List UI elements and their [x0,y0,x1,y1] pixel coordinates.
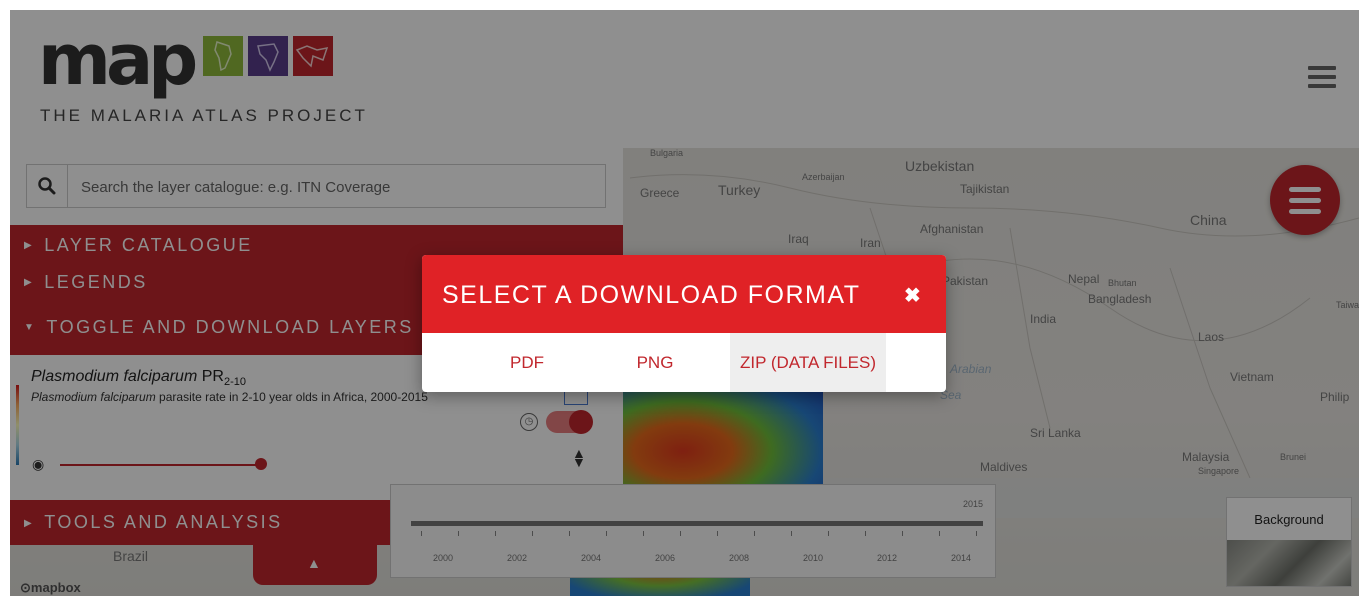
download-format-dialog: SELECT A DOWNLOAD FORMAT ✖ PDF PNG ZIP (… [422,255,946,392]
format-png-button[interactable]: PNG [618,333,692,392]
dialog-header: SELECT A DOWNLOAD FORMAT ✖ [422,255,946,333]
dialog-title: SELECT A DOWNLOAD FORMAT [442,281,861,309]
app-frame: map THE MALARIA ATLAS PROJECT Bulgaria G… [10,10,1359,596]
close-icon[interactable]: ✖ [904,283,921,308]
format-zip-button[interactable]: ZIP (DATA FILES) [730,333,886,392]
format-pdf-button[interactable]: PDF [490,333,564,392]
